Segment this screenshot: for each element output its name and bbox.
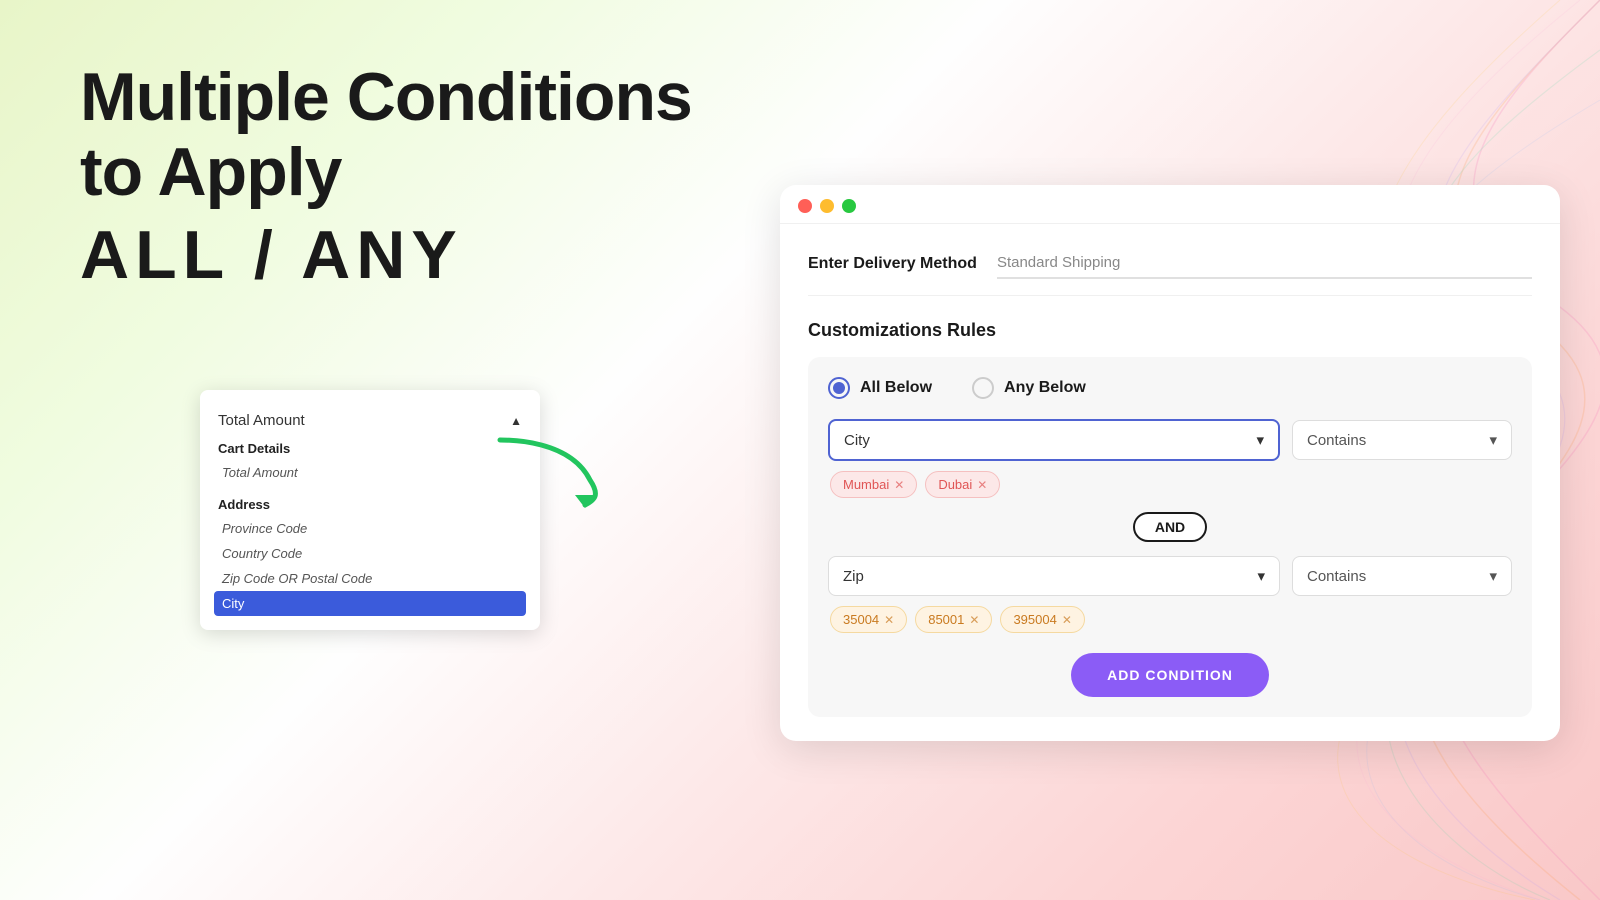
city-field-select[interactable]: City ▾ [828, 419, 1280, 461]
dropdown-item-province-code[interactable]: Province Code [218, 516, 522, 541]
dropdown-trigger-label: Total Amount [218, 412, 305, 429]
tag-mumbai: Mumbai ✕ [830, 471, 917, 498]
city-operator-arrow-icon: ▾ [1489, 431, 1497, 449]
tag-dubai: Dubai ✕ [925, 471, 1000, 498]
radio-all-below [828, 377, 850, 399]
dropdown-section-address: Address Province Code Country Code Zip C… [200, 487, 540, 618]
customizations-title: Customizations Rules [808, 320, 1532, 341]
delivery-row: Enter Delivery Method [808, 248, 1532, 296]
city-tags-row: Mumbai ✕ Dubai ✕ [828, 471, 1512, 498]
dropdown-item-total-amount[interactable]: Total Amount [218, 460, 522, 485]
tag-mumbai-label: Mumbai [843, 477, 889, 492]
tag-395004: 395004 ✕ [1000, 606, 1084, 633]
add-condition-button[interactable]: ADD CONDITION [1071, 653, 1269, 697]
toggle-row: All Below Any Below [828, 377, 1512, 399]
and-badge: AND [1133, 512, 1207, 542]
zip-field-select[interactable]: Zip ▾ [828, 556, 1280, 596]
window-dot-green [842, 199, 856, 213]
zip-field-label: Zip [843, 568, 864, 585]
delivery-input[interactable] [997, 248, 1532, 279]
city-operator-select[interactable]: Contains ▾ [1292, 420, 1512, 460]
tag-35004-close-icon[interactable]: ✕ [884, 613, 894, 627]
tag-85001: 85001 ✕ [915, 606, 992, 633]
subtitle: ALL / ANY [80, 218, 692, 293]
dropdown-item-zip-code[interactable]: Zip Code OR Postal Code [218, 566, 522, 591]
window-dot-red [798, 199, 812, 213]
city-field-label: City [844, 432, 870, 449]
tag-dubai-label: Dubai [938, 477, 972, 492]
tag-85001-label: 85001 [928, 612, 964, 627]
tag-mumbai-close-icon[interactable]: ✕ [894, 478, 904, 492]
tag-dubai-close-icon[interactable]: ✕ [977, 478, 987, 492]
city-operator-label: Contains [1307, 432, 1366, 449]
title-line1: Multiple Conditions [80, 60, 692, 135]
condition-row-1: City ▾ Contains ▾ [828, 419, 1512, 461]
window-chrome [780, 185, 1560, 224]
dropdown-arrow-icon: ▲ [510, 414, 522, 428]
condition-row-2: Zip ▾ Contains ▾ [828, 556, 1512, 596]
title-line2: to Apply [80, 135, 692, 210]
window-card: Enter Delivery Method Customizations Rul… [780, 185, 1560, 741]
radio-inner-icon [833, 382, 845, 394]
rules-container: All Below Any Below City ▾ Contains ▾ [808, 357, 1532, 717]
and-divider: AND [828, 512, 1512, 542]
green-arrow-icon [490, 430, 610, 510]
zip-operator-arrow-icon: ▾ [1489, 567, 1497, 585]
toggle-all-label: All Below [860, 379, 932, 397]
window-dot-yellow [820, 199, 834, 213]
toggle-all-below[interactable]: All Below [828, 377, 932, 399]
cart-section-title: Cart Details [218, 441, 522, 456]
zip-operator-label: Contains [1307, 568, 1366, 585]
zip-operator-select[interactable]: Contains ▾ [1292, 556, 1512, 596]
tag-85001-close-icon[interactable]: ✕ [969, 613, 979, 627]
delivery-label: Enter Delivery Method [808, 255, 977, 273]
tag-35004-label: 35004 [843, 612, 879, 627]
city-field-arrow-icon: ▾ [1256, 431, 1264, 449]
zip-field-arrow-icon: ▾ [1257, 567, 1265, 585]
dropdown-item-country-code[interactable]: Country Code [218, 541, 522, 566]
tag-35004: 35004 ✕ [830, 606, 907, 633]
dropdown-trigger[interactable]: Total Amount ▲ [200, 402, 540, 431]
left-text-block: Multiple Conditions to Apply ALL / ANY [80, 60, 692, 292]
toggle-any-below[interactable]: Any Below [972, 377, 1086, 399]
dropdown-popup: Total Amount ▲ Cart Details Total Amount… [200, 390, 540, 630]
radio-any-below [972, 377, 994, 399]
tag-395004-close-icon[interactable]: ✕ [1062, 613, 1072, 627]
address-section-title: Address [218, 497, 522, 512]
add-condition-row: ADD CONDITION [828, 653, 1512, 697]
dropdown-item-city[interactable]: City [214, 591, 526, 616]
window-content: Enter Delivery Method Customizations Rul… [780, 224, 1560, 741]
toggle-any-label: Any Below [1004, 379, 1086, 397]
zip-tags-row: 35004 ✕ 85001 ✕ 395004 ✕ [828, 606, 1512, 633]
dropdown-section-cart: Cart Details Total Amount [200, 431, 540, 487]
tag-395004-label: 395004 [1013, 612, 1056, 627]
